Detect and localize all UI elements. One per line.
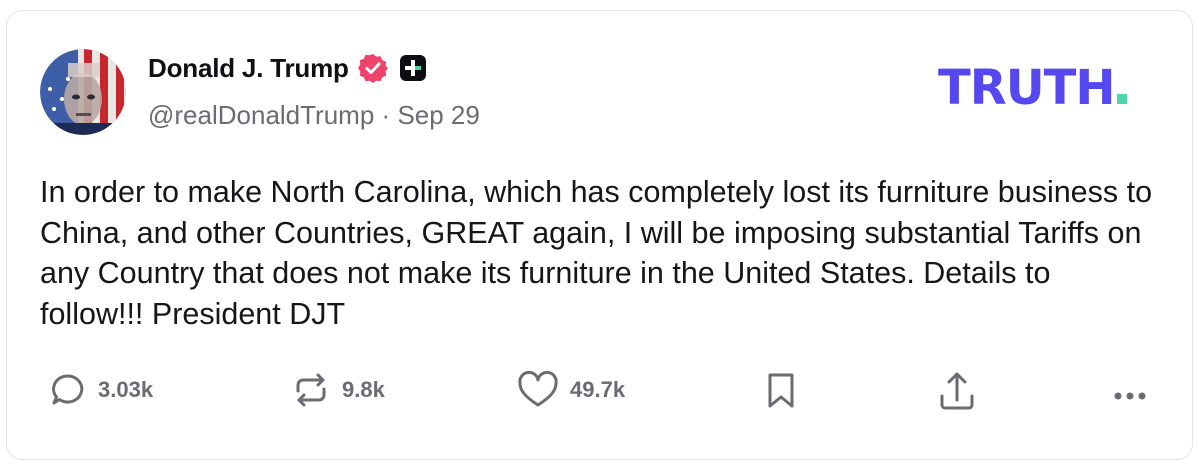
bookmark-icon xyxy=(764,370,798,410)
handle-separator: · xyxy=(381,100,391,130)
retruth-count: 9.8k xyxy=(342,377,385,402)
bookmark-button[interactable] xyxy=(764,370,798,410)
author-display-name[interactable]: Donald J. Trump xyxy=(148,53,349,84)
post-text: In order to make North Carolina, which h… xyxy=(40,175,1153,331)
heart-icon xyxy=(516,370,560,410)
retruth-button[interactable]: 9.8k xyxy=(290,370,385,410)
post-date[interactable]: Sep 29 xyxy=(397,100,479,130)
plus-badge-icon xyxy=(399,54,427,82)
reply-icon xyxy=(48,370,88,410)
truth-logo[interactable]: TRUTH xyxy=(938,62,1127,114)
author-name-row: Donald J. Trump xyxy=(148,52,427,84)
more-button[interactable] xyxy=(1112,370,1152,410)
author-avatar[interactable] xyxy=(40,49,126,135)
truth-logo-dot xyxy=(1116,94,1127,104)
share-icon xyxy=(937,370,977,412)
verified-badge-icon xyxy=(357,52,389,84)
reply-button[interactable]: 3.03k xyxy=(48,370,153,410)
like-count: 49.7k xyxy=(570,377,626,402)
more-icon xyxy=(1112,370,1152,410)
post-actions: 3.03k 9.8k 49.7k xyxy=(0,370,1199,420)
truth-logo-text: TRUTH xyxy=(938,60,1116,116)
author-handle[interactable]: @realDonaldTrump xyxy=(148,100,374,130)
reply-count: 3.03k xyxy=(98,377,154,402)
retruth-icon xyxy=(290,370,332,410)
share-button[interactable] xyxy=(937,370,977,412)
author-handle-row: @realDonaldTrump · Sep 29 xyxy=(148,100,480,131)
like-button[interactable]: 49.7k xyxy=(516,370,625,410)
